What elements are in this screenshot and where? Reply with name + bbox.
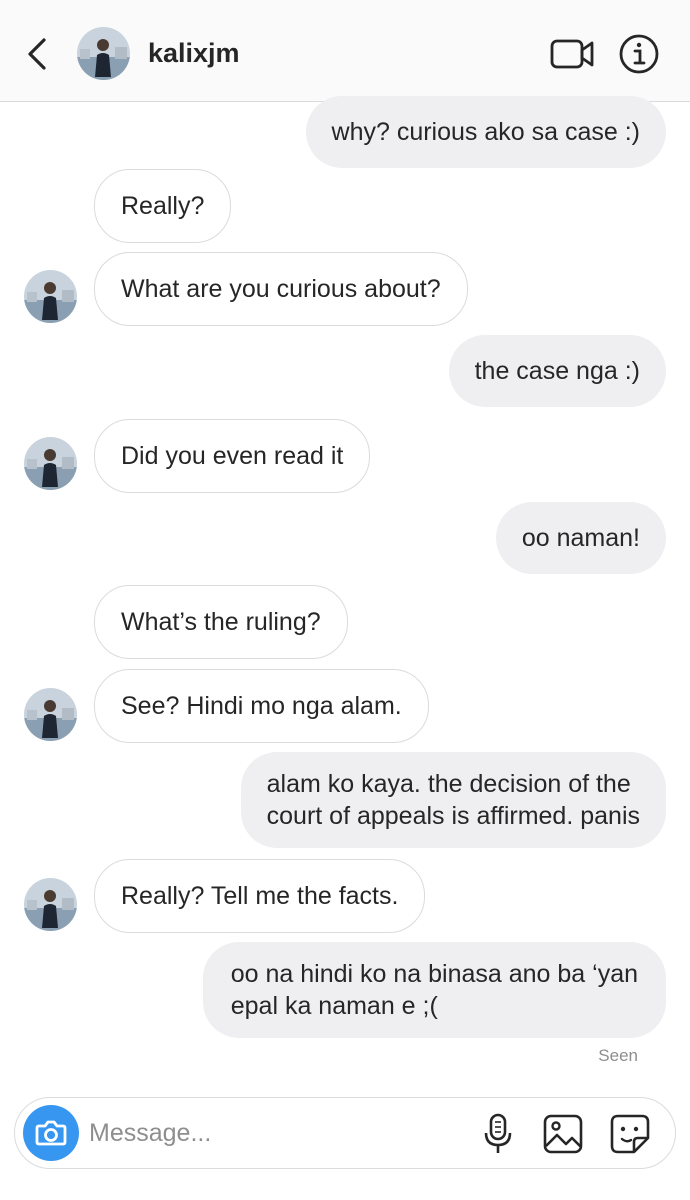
message-bubble-sent[interactable]: alam ko kaya. the decision of the court … <box>240 752 666 848</box>
sender-avatar <box>24 878 77 931</box>
message-input[interactable] <box>89 1114 459 1152</box>
sender-avatar <box>24 437 77 490</box>
chat-header: kalixjm <box>0 0 690 102</box>
message-bubble-received[interactable]: What’s the ruling? <box>94 585 348 659</box>
chevron-left-icon <box>28 38 46 70</box>
sender-avatar <box>24 270 77 323</box>
video-call-button[interactable] <box>548 34 596 74</box>
camera-button[interactable] <box>23 1105 79 1161</box>
message-bubble-sent[interactable]: the case nga :) <box>448 335 666 407</box>
voice-message-button[interactable] <box>477 1112 519 1156</box>
header-avatar[interactable] <box>77 27 130 80</box>
gallery-button[interactable] <box>542 1112 584 1156</box>
message-bubble-received[interactable]: Did you even read it <box>94 419 371 493</box>
chat-username[interactable]: kalixjm <box>148 38 240 69</box>
message-bubble-sent[interactable]: oo naman! <box>495 502 666 574</box>
message-bubble-sent[interactable]: oo na hindi ko na binasa ano ba ‘yan epa… <box>202 942 666 1038</box>
message-bubble-received[interactable]: See? Hindi mo nga alam. <box>94 669 429 743</box>
sender-avatar <box>24 688 77 741</box>
gallery-icon <box>543 1114 583 1154</box>
back-button[interactable] <box>22 34 54 74</box>
sticker-button[interactable] <box>609 1112 651 1156</box>
video-camera-icon <box>550 39 594 69</box>
sticker-icon <box>610 1114 650 1154</box>
message-thread[interactable]: why? curious ako sa case :) Really? What… <box>0 96 690 1087</box>
message-bubble-received[interactable]: Really? <box>94 169 232 243</box>
camera-icon <box>35 1120 67 1146</box>
microphone-icon <box>484 1113 512 1153</box>
info-button[interactable] <box>617 32 661 76</box>
message-bubble-sent[interactable]: why? curious ako sa case :) <box>305 96 666 168</box>
message-bubble-received[interactable]: Really? Tell me the facts. <box>94 859 426 933</box>
message-bubble-received[interactable]: What are you curious about? <box>94 252 468 326</box>
message-composer <box>14 1097 676 1169</box>
seen-status: Seen <box>598 1046 638 1065</box>
info-icon <box>619 34 659 74</box>
